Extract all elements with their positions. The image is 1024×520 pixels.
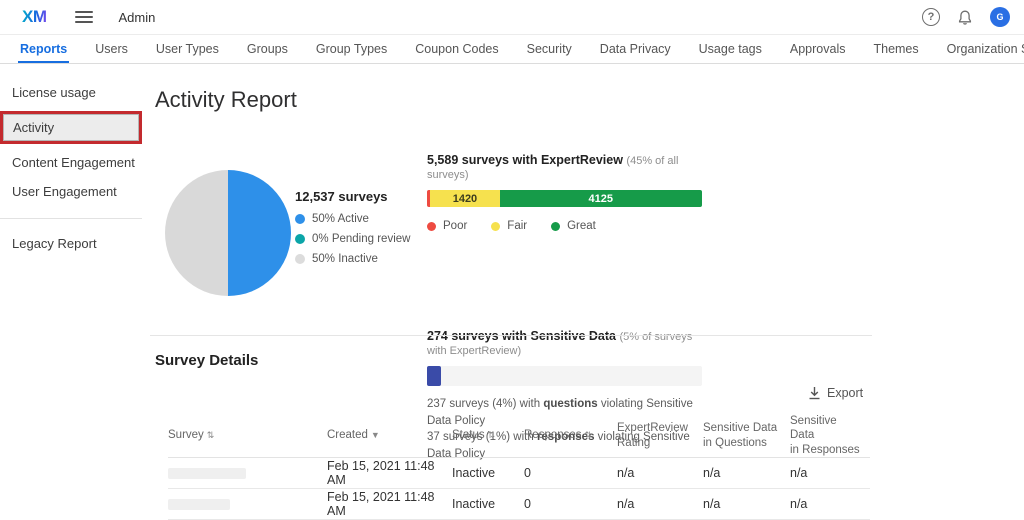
tab-usage-tags[interactable]: Usage tags bbox=[685, 35, 776, 63]
created-cell: Feb 15, 2021 11:48 AM bbox=[327, 459, 435, 488]
hamburger-menu-icon[interactable] bbox=[74, 11, 93, 23]
poor-legend-dot-icon bbox=[427, 221, 436, 231]
page-context-title: Admin bbox=[118, 9, 156, 25]
sd-responses-cell: n/a bbox=[790, 497, 808, 512]
redacted-survey-name bbox=[168, 498, 230, 510]
notifications-bell-icon[interactable] bbox=[957, 9, 973, 26]
help-icon[interactable]: ? bbox=[922, 8, 940, 26]
expert-review-block: 5,589 surveys with ExpertReview (45% of … bbox=[427, 153, 702, 460]
status-cell: Inactive bbox=[452, 497, 496, 512]
sort-icon[interactable]: ⇅ bbox=[207, 430, 215, 440]
surveys-pie-chart bbox=[165, 170, 291, 296]
tab-security[interactable]: Security bbox=[513, 35, 586, 63]
sidebar-item-user-engagement[interactable]: User Engagement bbox=[0, 177, 142, 206]
column-header-survey[interactable]: Survey ⇅ bbox=[168, 428, 327, 442]
great-legend-label: Great bbox=[567, 220, 596, 232]
top-bar: XM Admin ? G bbox=[0, 0, 1024, 34]
user-avatar[interactable]: G bbox=[990, 7, 1010, 27]
active-legend-dot-icon bbox=[295, 214, 305, 224]
column-header-expertreview-rating: ExpertReview Rating bbox=[617, 422, 688, 449]
pending-legend-dot-icon bbox=[295, 234, 305, 244]
xm-logo[interactable]: XM bbox=[22, 7, 47, 27]
sd-responses-cell: n/a bbox=[790, 466, 808, 481]
table-row[interactable]: Feb 15, 2021 11:48 AM Inactive 0 n/a n/a… bbox=[168, 489, 870, 520]
created-cell: Feb 15, 2021 11:48 AM bbox=[327, 490, 435, 519]
inactive-legend-dot-icon bbox=[295, 254, 305, 264]
column-header-sensitive-questions: Sensitive Data in Questions bbox=[703, 422, 778, 449]
bar-segment-great: 4125 bbox=[499, 190, 702, 207]
column-header-sensitive-responses: Sensitive Data in Responses bbox=[790, 415, 860, 456]
survey-details-heading: Survey Details bbox=[155, 352, 259, 369]
bar-segment-fair: 1420 bbox=[430, 190, 500, 207]
sidebar-item-content-engagement[interactable]: Content Engagement bbox=[0, 148, 142, 177]
table-row[interactable]: Feb 15, 2021 11:48 AM Inactive 0 n/a n/a… bbox=[168, 458, 870, 490]
sensitive-data-title: 274 surveys with Sensitive Data bbox=[427, 329, 616, 343]
sort-icon[interactable]: ⇅ bbox=[585, 430, 593, 440]
expert-review-title: 5,589 surveys with ExpertReview bbox=[427, 153, 623, 167]
er-rating-cell: n/a bbox=[617, 466, 635, 481]
sensitive-data-bar-fill bbox=[427, 366, 441, 386]
sort-icon[interactable]: ⇅ bbox=[488, 430, 496, 440]
tab-themes[interactable]: Themes bbox=[859, 35, 932, 63]
er-rating-cell: n/a bbox=[617, 497, 635, 512]
admin-page: XM Admin ? G Reports Users User Types Gr… bbox=[0, 0, 1024, 520]
section-divider bbox=[150, 335, 872, 336]
column-header-created[interactable]: Created ▼ bbox=[327, 428, 452, 442]
total-surveys-label: 12,537 surveys bbox=[295, 189, 388, 204]
tab-users[interactable]: Users bbox=[81, 35, 142, 63]
main-content: Activity Report 12,537 surveys 50% Activ… bbox=[150, 64, 1024, 520]
responses-cell: 0 bbox=[524, 497, 531, 512]
tab-coupon-codes[interactable]: Coupon Codes bbox=[401, 35, 512, 63]
tab-reports[interactable]: Reports bbox=[6, 35, 81, 63]
column-header-status[interactable]: Status ⇅ bbox=[452, 428, 524, 442]
tab-group-types[interactable]: Group Types bbox=[302, 35, 401, 63]
pie-legend: 12,537 surveys 50% Active 0% Pending rev… bbox=[295, 189, 410, 273]
sort-desc-icon[interactable]: ▼ bbox=[371, 430, 380, 440]
great-legend-dot-icon bbox=[551, 221, 561, 231]
survey-details-table: Survey ⇅ Created ▼ Status ⇅ Responses ⇅ Expe… bbox=[168, 414, 870, 520]
tab-data-privacy[interactable]: Data Privacy bbox=[586, 35, 685, 63]
sd-questions-cell: n/a bbox=[703, 466, 721, 481]
reports-sidebar: License usage Activity Content Engagemen… bbox=[0, 64, 142, 512]
sidebar-item-license-usage[interactable]: License usage bbox=[0, 78, 142, 107]
tab-approvals[interactable]: Approvals bbox=[776, 35, 860, 63]
active-legend-label: 50% Active bbox=[312, 213, 369, 225]
sidebar-item-activity[interactable]: Activity bbox=[3, 114, 139, 141]
tab-groups[interactable]: Groups bbox=[233, 35, 302, 63]
responses-cell: 0 bbox=[524, 466, 531, 481]
export-button[interactable]: Export bbox=[808, 386, 863, 400]
export-label: Export bbox=[827, 386, 864, 400]
sidebar-divider bbox=[0, 218, 142, 219]
download-icon bbox=[809, 387, 820, 400]
tab-organization-settings[interactable]: Organization Settings bbox=[933, 35, 1024, 63]
pending-legend-label: 0% Pending review bbox=[312, 233, 411, 245]
fair-legend-dot-icon bbox=[491, 221, 501, 231]
expert-review-legend: Poor Fair Great bbox=[427, 220, 702, 232]
admin-tab-bar: Reports Users User Types Groups Group Ty… bbox=[0, 34, 1024, 64]
column-header-responses[interactable]: Responses ⇅ bbox=[524, 428, 617, 442]
status-cell: Inactive bbox=[452, 466, 496, 481]
page-title: Activity Report bbox=[155, 87, 297, 112]
redacted-survey-name bbox=[168, 467, 246, 479]
table-header-row: Survey ⇅ Created ▼ Status ⇅ Responses ⇅ Expe… bbox=[168, 414, 870, 459]
poor-legend-label: Poor bbox=[443, 220, 468, 232]
fair-legend-label: Fair bbox=[507, 220, 528, 232]
expert-review-stacked-bar: 1420 4125 bbox=[427, 190, 702, 207]
sidebar-item-legacy-report[interactable]: Legacy Report bbox=[0, 229, 142, 258]
sensitive-data-bar bbox=[427, 366, 702, 386]
activity-annotation-box: Activity bbox=[0, 111, 142, 144]
sd-questions-cell: n/a bbox=[703, 497, 721, 512]
tab-user-types[interactable]: User Types bbox=[142, 35, 233, 63]
inactive-legend-label: 50% Inactive bbox=[312, 253, 378, 265]
